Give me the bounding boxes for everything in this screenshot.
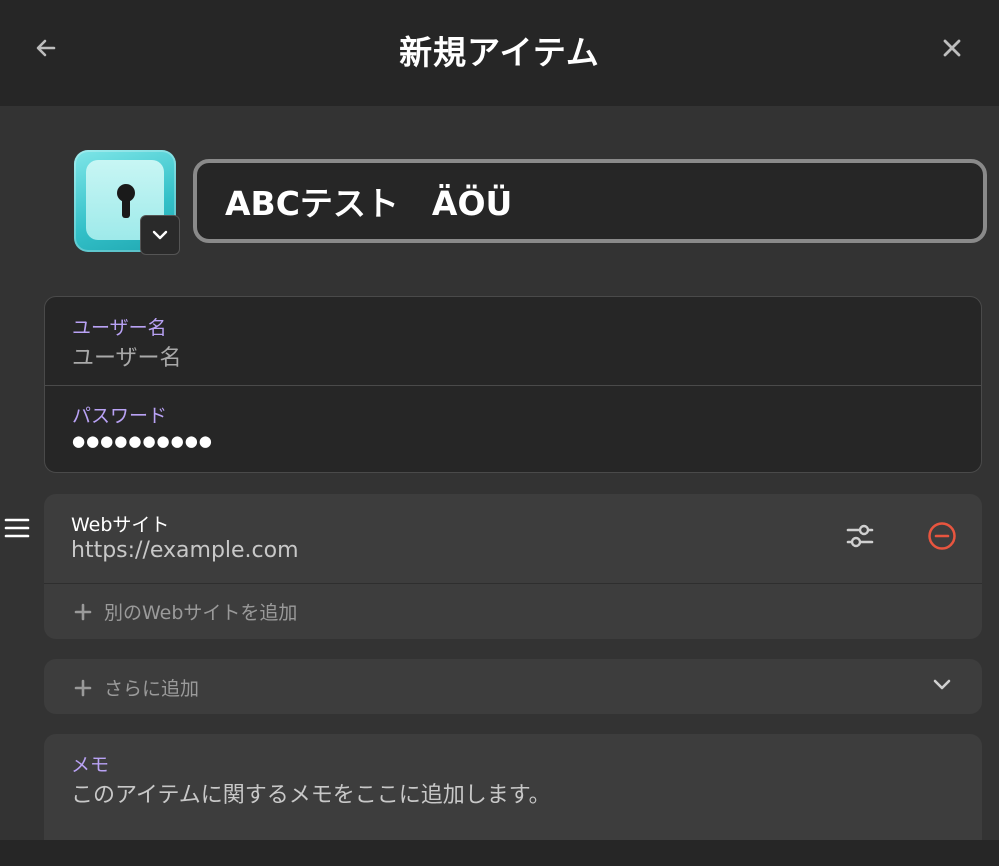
page-title: 新規アイテム [399, 33, 600, 72]
website-divider [44, 583, 982, 584]
password-value: ●●●●●●●●●● [72, 432, 213, 450]
memo-placeholder: このアイテムに関するメモをここに追加します。 [71, 783, 551, 808]
website-field[interactable]: Webサイト https://example.com [44, 494, 824, 582]
item-title-text: ABCテスト ÄÖÜ [225, 184, 513, 223]
add-website-label: 別のWebサイトを追加 [104, 602, 298, 624]
credentials-card: ユーザー名 ユーザー名 パスワード ●●●●●●●●●● [44, 296, 982, 473]
website-settings-button[interactable] [840, 516, 880, 556]
icon-type-dropdown[interactable] [140, 215, 180, 255]
username-field[interactable]: ユーザー名 ユーザー名 [45, 297, 981, 385]
chevron-down-icon[interactable] [932, 678, 952, 692]
add-website-button[interactable]: 別のWebサイトを追加 [74, 598, 297, 625]
close-button[interactable] [932, 28, 972, 68]
chevron-down-icon [152, 230, 168, 240]
plus-icon [74, 603, 92, 620]
username-label: ユーザー名 [72, 317, 167, 339]
drag-handle-icon[interactable] [4, 515, 30, 541]
sliders-icon [846, 524, 874, 548]
close-icon [943, 39, 961, 57]
password-label: パスワード [72, 405, 168, 427]
item-title-input[interactable]: ABCテスト ÄÖÜ [193, 159, 987, 243]
password-field[interactable]: パスワード ●●●●●●●●●● [45, 386, 981, 472]
username-placeholder: ユーザー名 [72, 346, 182, 371]
header-bar: 新規アイテム [0, 0, 999, 106]
add-more-label: さらに追加 [104, 678, 200, 700]
add-more-section[interactable]: さらに追加 [44, 659, 982, 714]
plus-icon [74, 679, 92, 696]
remove-circle-icon [928, 522, 956, 550]
remove-website-button[interactable] [922, 516, 962, 556]
website-url: https://example.com [71, 538, 299, 563]
website-label: Webサイト [71, 514, 170, 536]
add-more-button[interactable]: さらに追加 [74, 674, 199, 701]
bottom-bar [0, 840, 999, 866]
keyhole-icon [117, 184, 135, 218]
memo-label: メモ [71, 754, 110, 776]
website-card: Webサイト https://example.com 別のWebサイトを追加 [44, 494, 982, 639]
